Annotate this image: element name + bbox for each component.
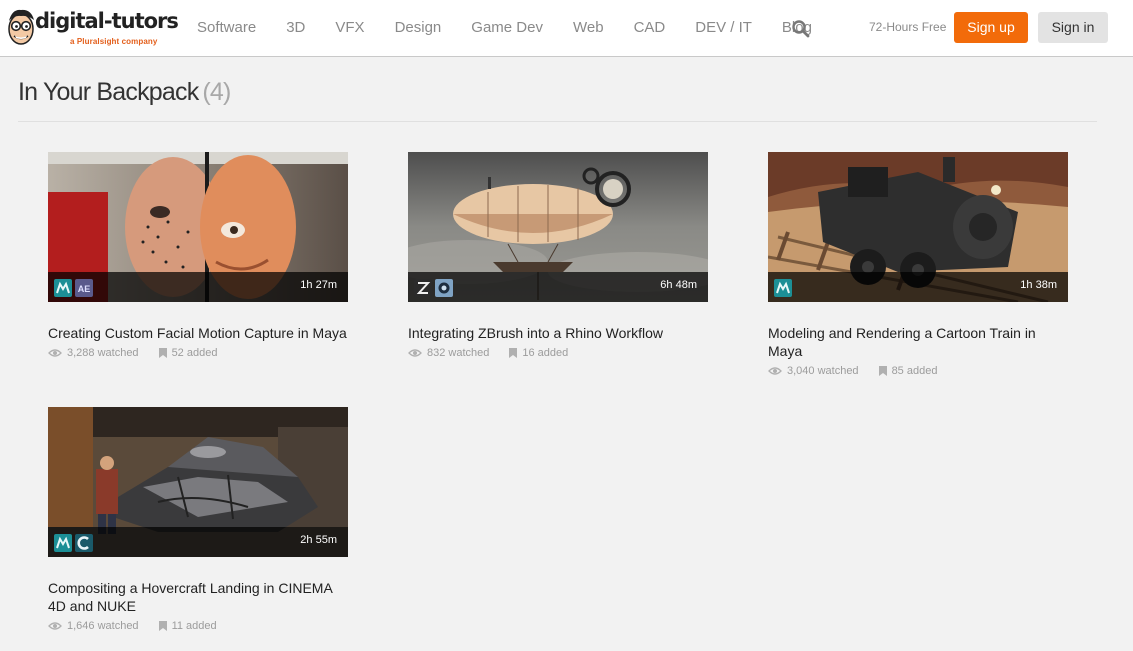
nav-item-vfx[interactable]: VFX	[335, 19, 364, 36]
rhino-icon	[435, 279, 453, 297]
course-title[interactable]: Integrating ZBrush into a Rhino Workflow	[408, 324, 708, 342]
watched-count: 3,040 watched	[787, 365, 859, 377]
sign-in-button[interactable]: Sign in	[1038, 12, 1108, 43]
watched-count: 832 watched	[427, 347, 490, 359]
eye-icon	[48, 622, 62, 630]
thumbnail-info-bar: AE 1h 27m	[48, 272, 348, 302]
eye-icon	[768, 367, 782, 375]
nav-item-design[interactable]: Design	[395, 19, 442, 36]
backpack-count: (4)	[202, 78, 231, 106]
added-count: 16 added	[522, 347, 569, 359]
course-thumbnail[interactable]: 2h 55m	[48, 407, 348, 557]
nav-item-game-dev[interactable]: Game Dev	[471, 19, 543, 36]
course-duration: 1h 38m	[1020, 279, 1057, 291]
bookmark-icon	[158, 621, 167, 631]
added-count: 85 added	[891, 365, 938, 377]
course-card: 6h 48m Integrating ZBrush into a Rhino W…	[408, 152, 708, 360]
bookmark-icon	[158, 348, 167, 358]
eye-icon	[408, 349, 422, 357]
maya-icon	[54, 534, 72, 552]
course-stats: 3,040 watched 85 added	[768, 364, 1068, 378]
course-thumbnail[interactable]: 6h 48m	[408, 152, 708, 302]
search-icon[interactable]	[791, 19, 811, 39]
maya-icon	[774, 279, 792, 297]
zbrush-icon	[414, 279, 432, 297]
nav-item-3d[interactable]: 3D	[286, 19, 305, 36]
course-title[interactable]: Compositing a Hovercraft Landing in CINE…	[48, 579, 348, 615]
course-duration: 1h 27m	[300, 279, 337, 291]
course-stats: 1,646 watched 11 added	[48, 619, 348, 633]
thumbnail-info-bar: 2h 55m	[48, 527, 348, 557]
course-card: 2h 55m Compositing a Hovercraft Landing …	[48, 407, 348, 633]
nav-item-dev-it[interactable]: DEV / IT	[695, 19, 752, 36]
page-title: In Your Backpack (4)	[18, 78, 231, 107]
watched-count: 3,288 watched	[67, 347, 139, 359]
bookmark-icon	[878, 366, 887, 376]
added-count: 11 added	[171, 620, 217, 632]
course-duration: 6h 48m	[660, 279, 697, 291]
course-card: 1h 38m Modeling and Rendering a Cartoon …	[768, 152, 1068, 378]
maya-icon	[54, 279, 72, 297]
course-card: AE 1h 27m Creating Custom Facial Motion …	[48, 152, 348, 360]
nav-item-cad[interactable]: CAD	[634, 19, 666, 36]
top-navigation-bar: digital-tutors a Pluralsight company Sof…	[0, 0, 1133, 57]
added-count: 52 added	[171, 347, 218, 359]
svg-text:AE: AE	[78, 284, 91, 294]
after-effects-icon: AE	[75, 279, 93, 297]
free-trial-text: 72-Hours Free	[869, 20, 947, 34]
course-duration: 2h 55m	[300, 534, 337, 546]
bookmark-icon	[509, 348, 518, 358]
cinema4d-icon	[75, 534, 93, 552]
course-stats: 3,288 watched 52 added	[48, 346, 348, 360]
logo-tagline: a Pluralsight company	[70, 37, 158, 46]
course-thumbnail[interactable]: 1h 38m	[768, 152, 1068, 302]
watched-count: 1,646 watched	[67, 620, 139, 632]
course-thumbnail[interactable]: AE 1h 27m	[48, 152, 348, 302]
sign-up-button[interactable]: Sign up	[954, 12, 1028, 43]
course-title[interactable]: Modeling and Rendering a Cartoon Train i…	[768, 324, 1068, 360]
page-title-text: In Your Backpack	[18, 78, 199, 106]
thumbnail-info-bar: 6h 48m	[408, 272, 708, 302]
logo-wordmark: digital-tutors	[35, 9, 179, 33]
thumbnail-info-bar: 1h 38m	[768, 272, 1068, 302]
nav-item-web[interactable]: Web	[573, 19, 604, 36]
logo-mascot-icon	[8, 9, 34, 45]
main-nav: Software 3D VFX Design Game Dev Web CAD …	[197, 0, 842, 55]
eye-icon	[48, 349, 62, 357]
digital-tutors-logo[interactable]: digital-tutors a Pluralsight company	[6, 7, 179, 49]
course-title[interactable]: Creating Custom Facial Motion Capture in…	[48, 324, 348, 342]
course-stats: 832 watched 16 added	[408, 346, 708, 360]
title-divider	[18, 121, 1097, 122]
nav-item-software[interactable]: Software	[197, 19, 256, 36]
